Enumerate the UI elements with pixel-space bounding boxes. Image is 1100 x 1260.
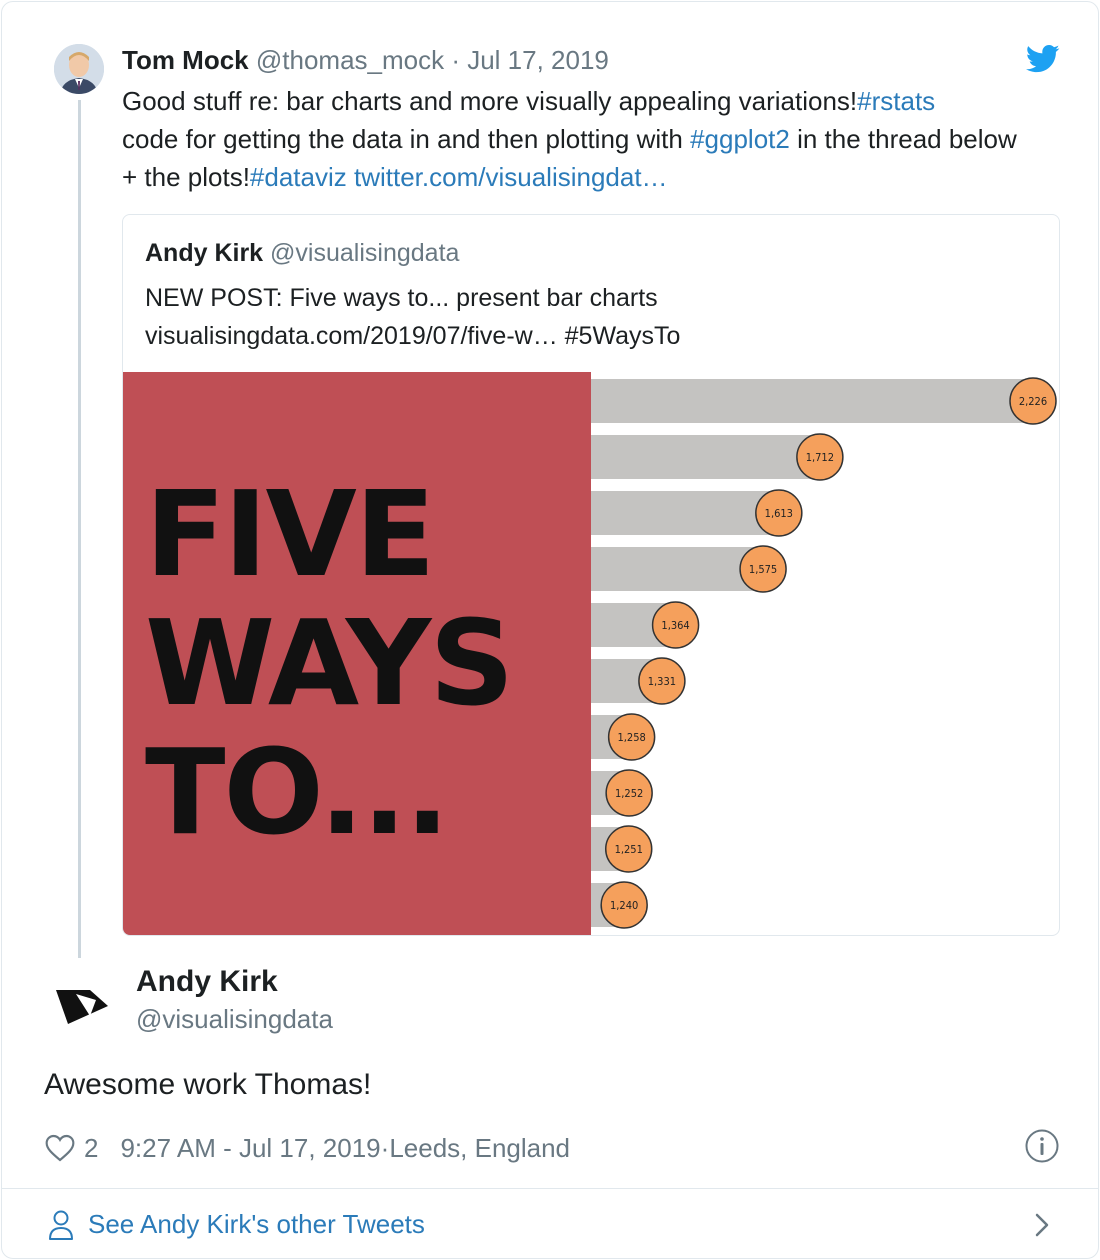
thread-connector-line: [78, 100, 81, 958]
hashtag-dataviz[interactable]: #dataviz: [250, 162, 347, 192]
tweet-text-part-2: code for getting the data in and then pl…: [122, 124, 691, 154]
value-label-9: 1,251: [615, 843, 643, 856]
tweet-text: Good stuff re: bar charts and more visua…: [122, 82, 1022, 196]
quoted-tweet[interactable]: Andy Kirk @visualisingdata NEW POST: Fiv…: [122, 214, 1060, 936]
value-label-10: 1,240: [610, 899, 638, 912]
reply-author-name[interactable]: Andy Kirk: [136, 964, 278, 1000]
value-label-1: 2,226: [1019, 395, 1047, 408]
see-other-tweets-label[interactable]: See Andy Kirk's other Tweets: [88, 1207, 425, 1241]
author-handle[interactable]: @thomas_mock: [256, 45, 444, 75]
heart-icon[interactable]: [44, 1132, 76, 1164]
tweet-header: Tom Mock @thomas_mock · Jul 17, 2019: [122, 44, 609, 76]
value-label-2: 1,712: [806, 451, 834, 464]
reply-text: Awesome work Thomas!: [44, 1068, 372, 1101]
quoted-author-handle: @visualisingdata: [270, 239, 460, 267]
chevron-right-icon: [1035, 1213, 1049, 1237]
quoted-text-line-1: NEW POST: Five ways to... present bar ch…: [145, 284, 658, 312]
quoted-tweet-image[interactable]: FIVE WAYS TO... 2,226 1,712 1,613 1,575 1,36…: [123, 372, 1059, 935]
title-line-1: FIVE: [145, 465, 433, 603]
reply-timestamp[interactable]: 9:27 AM - Jul 17, 2019: [120, 1133, 380, 1164]
title-line-3: TO...: [145, 723, 448, 861]
person-icon: [49, 1210, 73, 1240]
title-line-2: WAYS: [145, 594, 512, 732]
like-count[interactable]: 2: [84, 1133, 98, 1164]
bar-1: [591, 379, 1033, 423]
quoted-tweet-text: NEW POST: Five ways to... present bar ch…: [145, 279, 1025, 355]
hashtag-rstats[interactable]: #rstats: [857, 86, 935, 116]
tweet-text-part-1: Good stuff re: bar charts and more visua…: [122, 86, 858, 116]
value-label-5: 1,364: [661, 619, 689, 632]
twitter-bird-icon[interactable]: [1026, 44, 1060, 74]
hashtag-ggplot2[interactable]: #ggplot2: [690, 124, 790, 154]
value-label-6: 1,331: [648, 675, 676, 688]
bar-chart-image: FIVE WAYS TO... 2,226 1,712 1,613 1,575 1,36…: [123, 372, 1057, 935]
header-separator: ·: [444, 45, 468, 75]
reply-location[interactable]: Leeds, England: [389, 1133, 570, 1164]
tweet-date[interactable]: Jul 17, 2019: [467, 45, 609, 75]
see-other-tweets-link[interactable]: See Andy Kirk's other Tweets: [2, 1189, 1098, 1258]
bar-2: [591, 435, 820, 479]
location-separator: ·: [380, 1132, 390, 1163]
visualisingdata-logo-avatar[interactable]: [52, 970, 112, 1030]
tom-mock-avatar[interactable]: [54, 44, 104, 94]
value-label-8: 1,252: [615, 787, 643, 800]
quoted-tweet-link[interactable]: twitter.com/visualisingdat…: [354, 162, 668, 192]
bars-group: 2,226 1,712 1,613 1,575 1,364 1,331 1,258 1,252…: [591, 377, 1057, 929]
quoted-text-line-2: visualisingdata.com/2019/07/five-w… #5Wa…: [145, 322, 681, 350]
embedded-tweet-card: Tom Mock @thomas_mock · Jul 17, 2019 Goo…: [1, 1, 1099, 1259]
reply-author-handle[interactable]: @visualisingdata: [136, 1002, 333, 1036]
quoted-tweet-header: Andy Kirk @visualisingdata: [145, 237, 459, 269]
tweet-actions-bar: 2 9:27 AM - Jul 17, 2019 · Leeds, Englan…: [44, 1128, 570, 1168]
value-label-4: 1,575: [749, 563, 777, 576]
author-name[interactable]: Tom Mock: [122, 45, 249, 75]
info-icon[interactable]: [1024, 1128, 1060, 1164]
value-label-7: 1,258: [617, 731, 645, 744]
bar-3: [591, 491, 779, 535]
value-label-3: 1,613: [765, 507, 793, 520]
quoted-author-name: Andy Kirk: [145, 239, 264, 267]
bar-4: [591, 547, 764, 591]
